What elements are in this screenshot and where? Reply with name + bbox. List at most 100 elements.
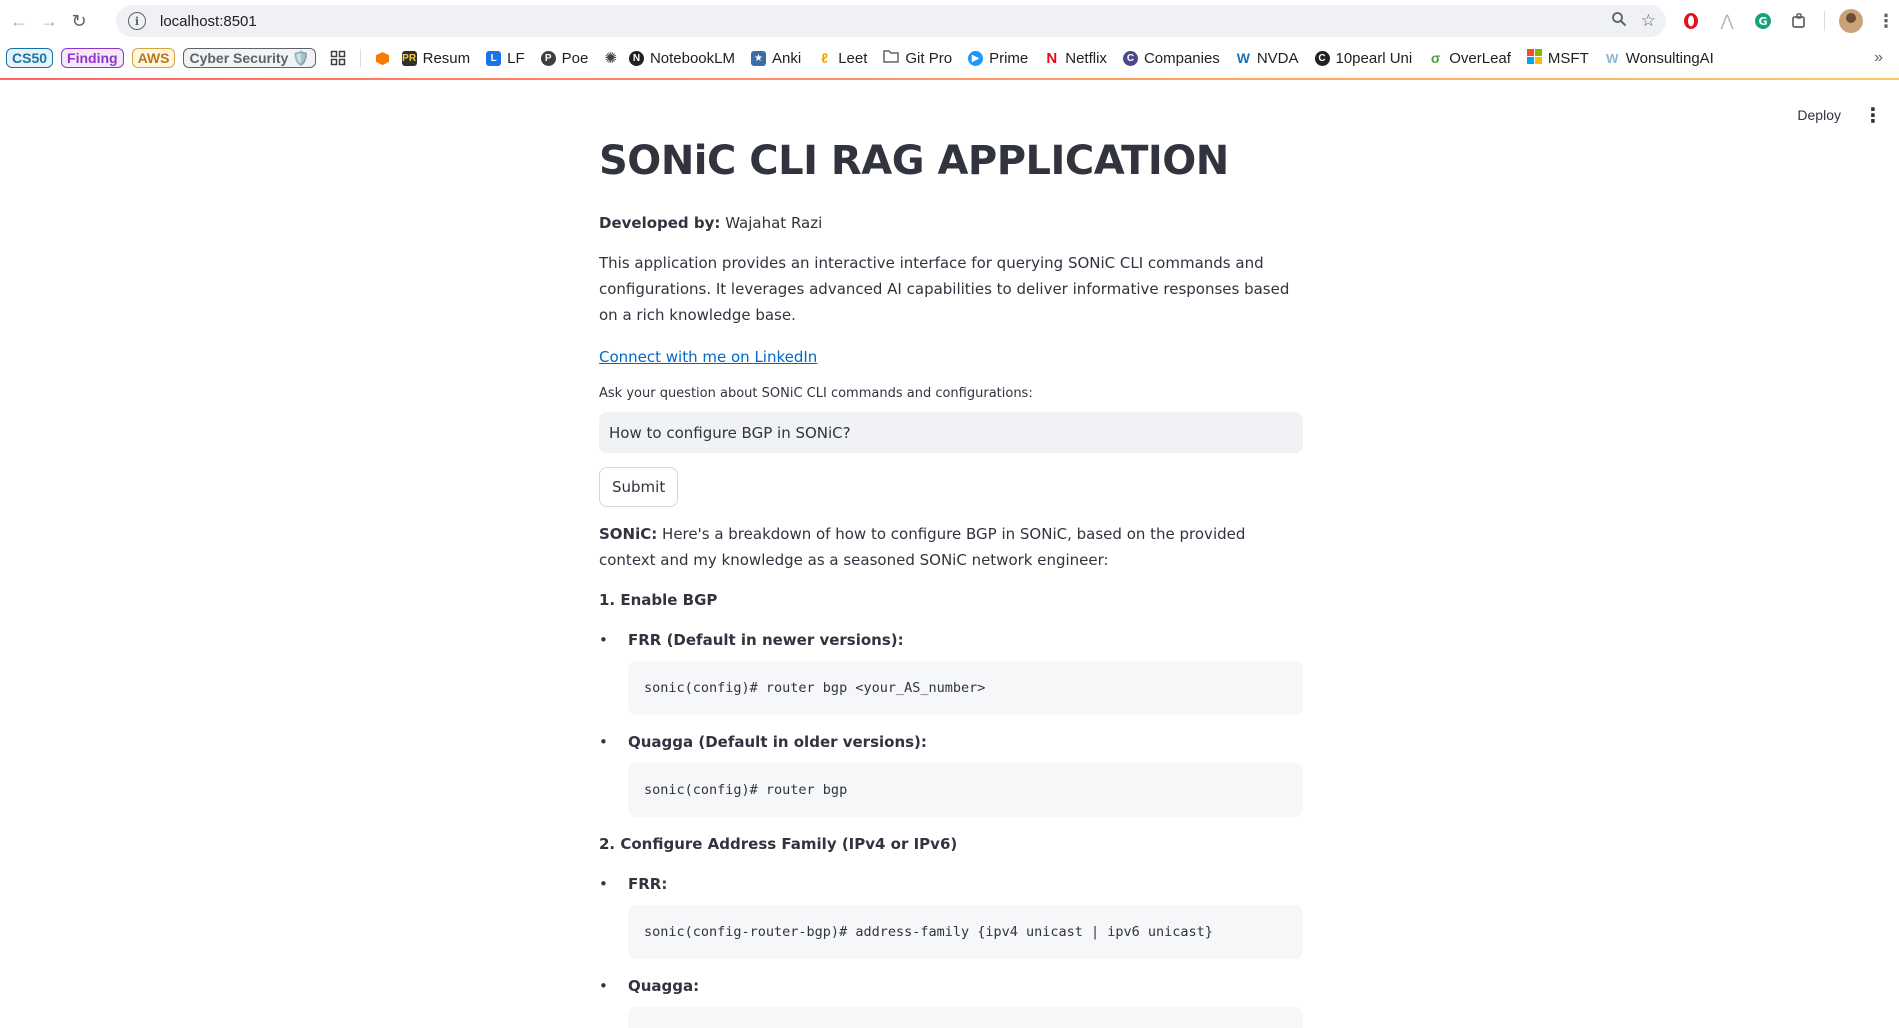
answer-intro: SONiC: Here's a breakdown of how to conf… — [599, 521, 1303, 573]
bookmark-star-icon[interactable]: ☆ — [1641, 11, 1656, 31]
bookmark-label: Poe — [561, 49, 589, 67]
main-content: SONiC CLI RAG APPLICATION Developed by: … — [599, 130, 1303, 1028]
code-block[interactable]: sonic(config-router-bgp)# address-family… — [628, 905, 1303, 959]
bookmark-label: Prime — [989, 49, 1029, 67]
bookmark-resum[interactable]: PR Resum — [401, 49, 471, 67]
bookmark-label: Resum — [422, 49, 471, 67]
bullet-title: Quagga: — [628, 977, 700, 995]
forward-button[interactable]: → — [34, 6, 64, 36]
apps-grid-icon[interactable] — [330, 50, 346, 66]
bookmark-pill-aws[interactable]: AWS — [131, 48, 176, 68]
profile-avatar[interactable] — [1839, 9, 1863, 33]
bookmark-prime[interactable]: ▶ Prime — [968, 50, 1028, 67]
bookmark-nvda[interactable]: W NVDA — [1236, 50, 1299, 67]
bookmark-label: Leet — [838, 49, 868, 67]
answer-intro-text: Here's a breakdown of how to configure B… — [599, 525, 1246, 569]
app-menu-icon[interactable]: ⋮ — [1863, 103, 1883, 128]
bookmark-pill-cs50[interactable]: CS50 — [6, 48, 54, 68]
svg-text:G: G — [1758, 15, 1767, 28]
opera-extension-icon[interactable] — [1680, 10, 1702, 32]
bullet-icon: • — [599, 875, 608, 893]
app-description: This application provides an interactive… — [599, 254, 1290, 324]
bookmark-lf[interactable]: L LF — [486, 50, 525, 67]
prime-icon: ▶ — [968, 50, 984, 66]
cube-bookmark-icon[interactable] — [375, 51, 390, 66]
code-block[interactable]: sonic(config-router-bgp)# address-family… — [628, 1007, 1303, 1028]
bookmark-netflix[interactable]: N Netflix — [1044, 50, 1107, 67]
overleaf-icon: σ — [1430, 50, 1441, 66]
bullet-icon: • — [599, 977, 608, 995]
notebooklm-icon: N — [628, 50, 644, 66]
bookmark-label: WonsultingAI — [1625, 49, 1714, 67]
nvda-icon: W — [1236, 50, 1250, 66]
url-text: localhost:8501 — [160, 12, 257, 30]
page-title: SONiC CLI RAG APPLICATION — [599, 138, 1229, 184]
bookmarks-bar: CS50 Finding AWS Cyber Security 🛡️ PR Res… — [0, 44, 1899, 72]
bullet-title: Quagga (Default in older versions): — [628, 733, 927, 751]
bookmark-notebooklm[interactable]: N NotebookLM — [628, 49, 735, 67]
bookmarks-overflow-icon[interactable]: » — [1874, 44, 1883, 72]
linkedin-link[interactable]: Connect with me on LinkedIn — [599, 344, 1303, 370]
app-header: Deploy ⋮ — [1797, 100, 1899, 130]
bookmark-poe[interactable]: P Poe — [540, 49, 589, 67]
bookmark-pill-cyber-security[interactable]: Cyber Security 🛡️ — [183, 48, 316, 68]
address-bar[interactable]: i localhost:8501 ☆ — [116, 5, 1666, 37]
bullet-title: FRR: — [628, 875, 668, 893]
bookmarks-divider — [359, 49, 361, 67]
deploy-button[interactable]: Deploy — [1797, 107, 1841, 123]
bookmark-label: NotebookLM — [649, 49, 735, 67]
streamlit-top-decoration — [0, 78, 1899, 80]
bookmark-pill-finding[interactable]: Finding — [61, 48, 124, 68]
browser-menu-icon[interactable]: ⋮ — [1877, 11, 1895, 32]
reload-button[interactable]: ↻ — [64, 6, 94, 36]
bookmark-10pearl-uni[interactable]: C 10pearl Uni — [1314, 49, 1413, 67]
grammarly-extension-icon[interactable]: G — [1752, 10, 1774, 32]
step-heading: 2. Configure Address Family (IPv4 or IPv… — [599, 835, 958, 853]
bookmark-git-pro[interactable]: Git Pro — [883, 49, 952, 67]
bullet-icon: • — [599, 631, 608, 649]
site-info-icon[interactable]: i — [128, 12, 146, 30]
answer-prefix: SONiC: — [599, 525, 658, 543]
pr-icon: PR — [401, 50, 417, 66]
bookmark-label: Companies — [1143, 49, 1220, 67]
openai-icon: ✺ — [604, 50, 617, 67]
browser-toolbar: ← → ↻ i localhost:8501 ☆ ⋀ G ⋮ — [0, 0, 1899, 42]
bookmark-label: OverLeaf — [1449, 49, 1511, 67]
code-block[interactable]: sonic(config)# router bgp — [628, 763, 1303, 817]
bookmark-openai[interactable]: ✺ — [604, 49, 617, 67]
submit-button[interactable]: Submit — [599, 467, 679, 507]
extensions-area: ⋀ G ⋮ — [1680, 5, 1895, 37]
bookmark-wonsultingai[interactable]: W WonsultingAI — [1605, 50, 1714, 67]
back-button[interactable]: ← — [4, 6, 34, 36]
companies-icon: C — [1122, 50, 1138, 66]
bullet-title: FRR (Default in newer versions): — [628, 631, 904, 649]
list-item: • FRR: sonic(config-router-bgp)# address… — [599, 871, 1303, 959]
code-block[interactable]: sonic(config)# router bgp <your_AS_numbe… — [628, 661, 1303, 715]
bookmark-label: LF — [507, 49, 525, 67]
msft-icon — [1526, 48, 1542, 68]
question-input[interactable]: How to configure BGP in SONiC? — [599, 412, 1303, 453]
bookmark-anki[interactable]: ★ Anki — [751, 50, 801, 67]
poe-icon: P — [540, 50, 556, 66]
developer-name: Wajahat Razi — [725, 214, 823, 232]
list-item: • Quagga: sonic(config-router-bgp)# addr… — [599, 973, 1303, 1028]
list-item: • Quagga (Default in older versions): so… — [599, 729, 1303, 817]
bookmark-label: MSFT — [1547, 49, 1589, 67]
puzzle-extensions-icon[interactable] — [1788, 10, 1810, 32]
bookmark-label: Netflix — [1065, 49, 1107, 67]
question-label: Ask your question about SONiC CLI comman… — [599, 386, 1033, 401]
bookmark-companies[interactable]: C Companies — [1122, 49, 1220, 67]
bookmark-overleaf[interactable]: σ OverLeaf — [1428, 50, 1511, 67]
bookmark-label: Anki — [772, 49, 802, 67]
zoom-icon[interactable] — [1611, 11, 1627, 32]
toolbar-divider — [1824, 11, 1825, 31]
bookmark-label: 10pearl Uni — [1335, 49, 1413, 67]
bookmark-leet[interactable]: ℓ Leet — [817, 50, 867, 67]
tenpearl-icon: C — [1314, 50, 1330, 66]
wonsulting-icon: W — [1606, 50, 1619, 66]
netflix-icon: N — [1046, 49, 1058, 67]
tilde-extension-icon[interactable]: ⋀ — [1716, 10, 1738, 32]
step-heading: 1. Enable BGP — [599, 591, 718, 609]
bookmark-msft[interactable]: MSFT — [1526, 48, 1589, 68]
folder-icon — [883, 49, 900, 67]
